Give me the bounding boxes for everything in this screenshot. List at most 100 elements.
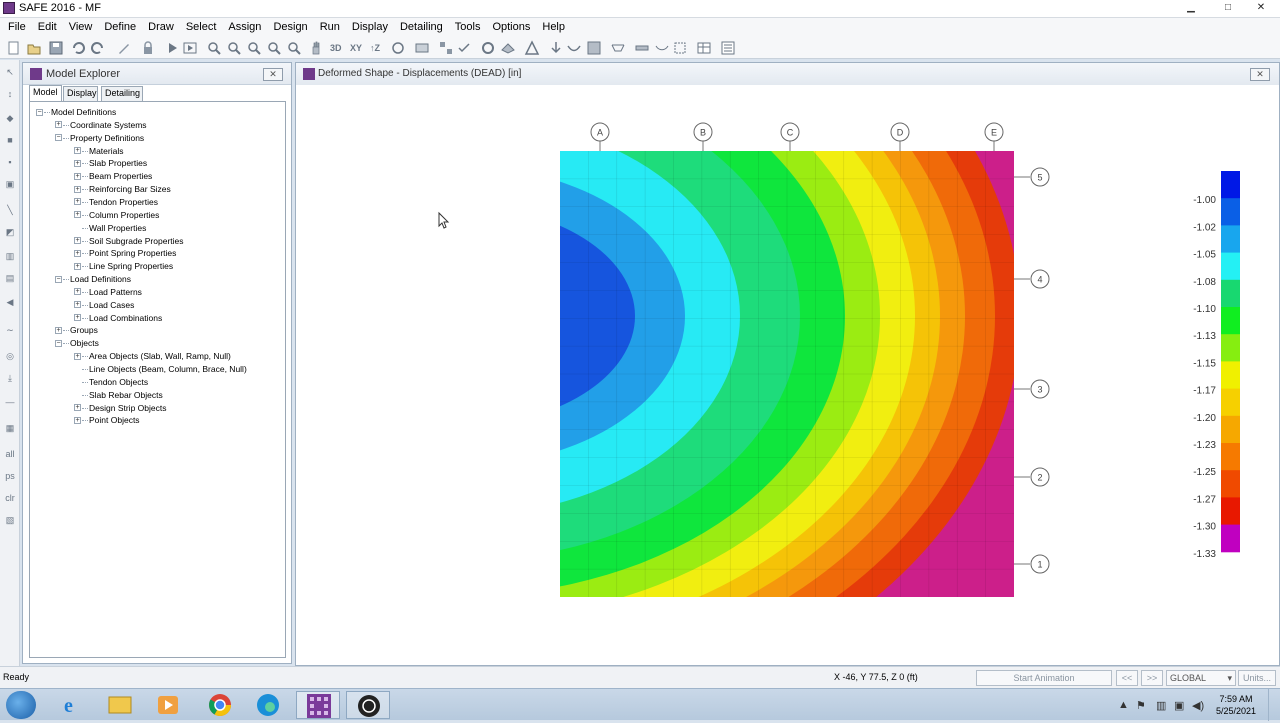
tree-expander[interactable]: + — [74, 352, 81, 360]
tree-item[interactable]: Property Definitions — [70, 132, 144, 144]
tree-item[interactable]: Beam Properties — [89, 170, 152, 182]
safe-app-taskbar-button[interactable] — [296, 691, 340, 719]
tree-item[interactable]: Point Spring Properties — [89, 247, 176, 259]
tree-expander[interactable]: − — [36, 108, 43, 116]
reshape-icon[interactable]: ↕ — [2, 86, 18, 102]
tab-display[interactable]: Display — [63, 86, 98, 101]
tree-expander[interactable]: + — [74, 147, 81, 155]
draw-line-icon[interactable]: ╲ — [2, 202, 18, 218]
deformed-shape-icon[interactable] — [566, 40, 582, 56]
menu-file[interactable]: File — [0, 18, 32, 37]
tree-expander[interactable]: + — [74, 262, 81, 270]
run-all-icon[interactable] — [182, 40, 198, 56]
start-animation-button[interactable]: Start Animation — [976, 670, 1112, 686]
lock-icon[interactable] — [140, 40, 156, 56]
zoom-previous-icon[interactable] — [266, 40, 282, 56]
tree-expander[interactable]: − — [55, 275, 62, 283]
zoom-fit-icon[interactable] — [286, 40, 302, 56]
previous-step-button[interactable]: << — [1116, 670, 1138, 686]
tree-expander[interactable]: + — [74, 288, 81, 296]
menu-display[interactable]: Display — [346, 18, 394, 37]
tree-item[interactable]: Line Spring Properties — [89, 260, 173, 272]
tree-item[interactable]: Model Definitions — [51, 106, 116, 118]
next-step-button[interactable]: >> — [1141, 670, 1163, 686]
show-desktop-button[interactable] — [1268, 689, 1280, 721]
tree-item[interactable]: Load Cases — [89, 299, 134, 311]
tree-expander[interactable]: + — [74, 404, 81, 412]
beam-forces-icon[interactable] — [610, 40, 626, 56]
new-model-icon[interactable] — [6, 40, 22, 56]
internet-explorer-icon[interactable]: e — [50, 691, 94, 719]
system-clock[interactable]: 7:59 AM 5/25/2021 — [1212, 693, 1260, 717]
tree-item[interactable]: Load Patterns — [89, 286, 142, 298]
tree-expander[interactable]: + — [74, 301, 81, 309]
view-xy-button[interactable]: XY — [350, 40, 368, 56]
open-icon[interactable] — [26, 40, 42, 56]
tree-expander[interactable]: + — [74, 159, 81, 167]
tree-item[interactable]: Point Objects — [89, 414, 140, 426]
tree-expander[interactable]: − — [55, 339, 62, 347]
menu-design[interactable]: Design — [267, 18, 313, 37]
network-icon[interactable]: ▥ — [1156, 699, 1166, 712]
clear-selection-icon[interactable]: clr — [2, 490, 18, 506]
tree-item[interactable]: Wall Properties — [89, 222, 146, 234]
undo-icon[interactable] — [70, 40, 86, 56]
previous-selection-icon[interactable]: ps — [2, 468, 18, 484]
pencil-icon[interactable] — [116, 40, 132, 56]
display-options-icon[interactable] — [414, 40, 430, 56]
tree-item[interactable]: Slab Rebar Objects — [89, 389, 163, 401]
tree-expander[interactable]: + — [74, 211, 81, 219]
save-icon[interactable] — [48, 40, 64, 56]
tree-expander[interactable]: + — [74, 416, 81, 424]
menu-draw[interactable]: Draw — [142, 18, 180, 37]
view-3d-button[interactable]: 3D — [330, 40, 348, 56]
tree-expander[interactable]: + — [74, 237, 81, 244]
tree-expander[interactable]: + — [74, 198, 81, 206]
network-status-icon[interactable]: ▣ — [1174, 699, 1184, 712]
draw-point-icon[interactable]: ◆ — [2, 110, 18, 126]
contour-icon[interactable] — [586, 40, 602, 56]
action-center-icon[interactable]: ⚑ — [1136, 699, 1146, 712]
grid-icon[interactable]: ▦ — [2, 420, 18, 436]
tendon-icon[interactable] — [654, 40, 670, 56]
run-icon[interactable] — [164, 40, 180, 56]
tree-item[interactable]: Objects — [70, 337, 99, 349]
zoom-window-icon[interactable] — [246, 40, 262, 56]
draw-beam-icon[interactable]: ◩ — [2, 224, 18, 240]
tray-chevron-icon[interactable]: ▲ — [1118, 699, 1129, 711]
select-all-icon[interactable] — [438, 40, 454, 56]
draw-rebar-icon[interactable]: ∼ — [2, 322, 18, 338]
units-button[interactable]: Units... — [1238, 670, 1276, 686]
edge-icon[interactable] — [246, 691, 290, 719]
select-all-text-icon[interactable]: all — [2, 446, 18, 462]
tree-item[interactable]: Area Objects (Slab, Wall, Ramp, Null) — [89, 350, 231, 362]
menu-assign[interactable]: Assign — [222, 18, 267, 37]
tree-expander[interactable]: + — [74, 314, 81, 322]
tree-item[interactable]: Reinforcing Bar Sizes — [89, 183, 171, 195]
tree-item[interactable]: Groups — [70, 324, 98, 336]
close-button[interactable]: ✕ — [1250, 0, 1272, 16]
draw-area-icon[interactable]: ■ — [2, 132, 18, 148]
zoom-out-icon[interactable] — [226, 40, 242, 56]
draw-tendon-icon[interactable]: ◀ — [2, 294, 18, 310]
draw-rect-icon[interactable]: ▪ — [2, 154, 18, 170]
explorer-close-button[interactable]: ✕ — [263, 68, 283, 81]
tree-item[interactable]: Column Properties — [89, 209, 159, 221]
slab-icon[interactable] — [500, 40, 516, 56]
start-orb-icon[interactable] — [6, 691, 36, 719]
tree-item[interactable]: Design Strip Objects — [89, 402, 166, 414]
menu-select[interactable]: Select — [180, 18, 223, 37]
snap-icon[interactable]: ⤓ — [2, 370, 18, 386]
triangle-icon[interactable] — [524, 40, 540, 56]
pan-icon[interactable] — [308, 40, 324, 56]
tree-expander[interactable]: − — [55, 134, 62, 142]
tab-model[interactable]: Model — [29, 85, 62, 101]
menu-edit[interactable]: Edit — [32, 18, 63, 37]
circle-icon[interactable] — [480, 40, 496, 56]
menu-tools[interactable]: Tools — [449, 18, 487, 37]
tree-expander[interactable]: + — [74, 249, 81, 257]
report-icon[interactable] — [720, 40, 736, 56]
strip-forces-icon[interactable] — [634, 40, 650, 56]
minimize-button[interactable]: ▁ — [1180, 0, 1202, 16]
tree-item[interactable]: Load Combinations — [89, 312, 162, 324]
